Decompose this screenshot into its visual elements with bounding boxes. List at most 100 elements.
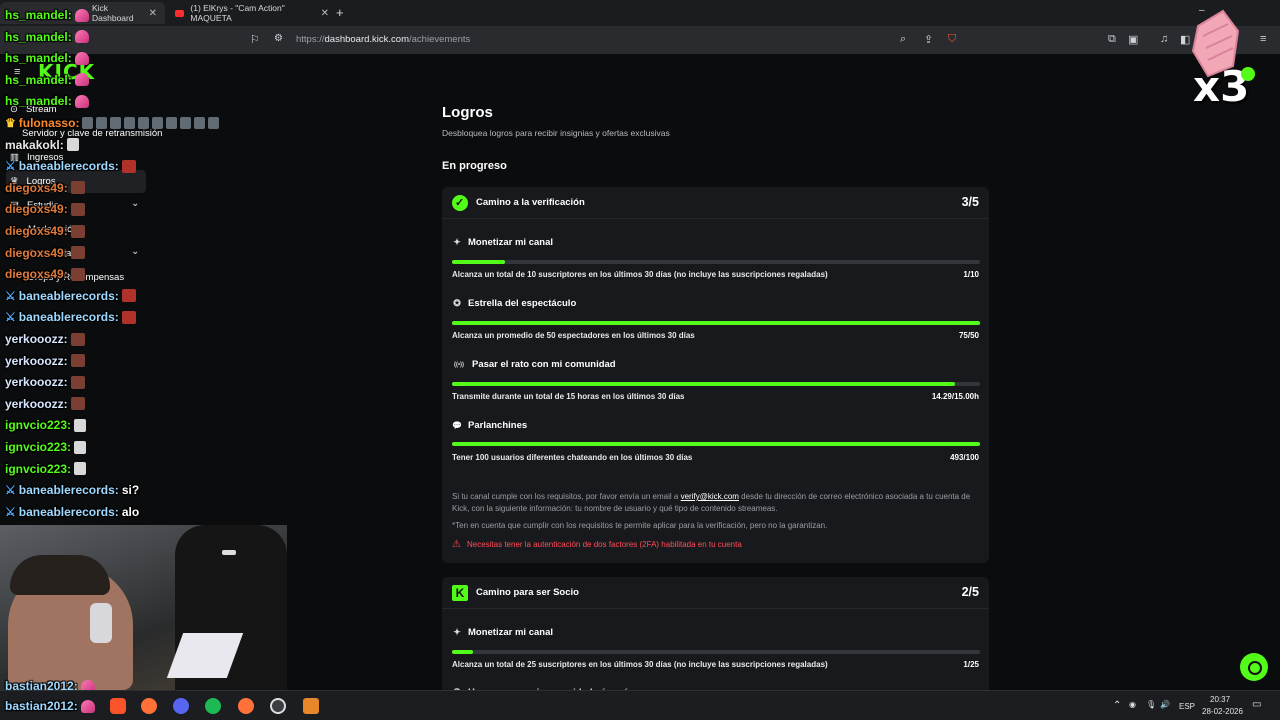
- chat-username: yerkooozz:: [5, 332, 68, 346]
- menu-icon[interactable]: ≡: [1260, 33, 1266, 45]
- media-icon[interactable]: ♫: [1160, 33, 1168, 45]
- emote-icon: [152, 117, 164, 129]
- notification-icon[interactable]: ▭: [1252, 699, 1261, 710]
- chat-line: diegoxs49:: [5, 222, 85, 240]
- clock-time[interactable]: 20:37: [1210, 695, 1230, 704]
- chat-bubble-icon: 💬: [452, 421, 462, 430]
- network-icon[interactable]: ◉: [1129, 700, 1136, 709]
- volume-icon[interactable]: 🔊: [1160, 700, 1170, 709]
- emote-icon: [180, 117, 192, 129]
- goal-name: ✦ Monetizar mi canal: [452, 237, 553, 248]
- goal-description: Transmite durante un total de 15 horas e…: [452, 392, 685, 401]
- face-emote-icon: [70, 332, 85, 346]
- card-title: Camino para ser Socio: [476, 587, 579, 598]
- chat-line: diegoxs49:: [5, 200, 85, 218]
- browser-tab-bar: Kick Dashboard ✕ (1) ElKrys - "Cam Actio…: [0, 0, 1280, 26]
- brave-shield-icon[interactable]: ⛉: [948, 33, 956, 46]
- page-title: Logros: [442, 104, 493, 121]
- goal-value: 75/50: [958, 331, 979, 340]
- chat-line: ⚔ baneablerecords:: [5, 308, 136, 326]
- chat-username: fulonasso:: [18, 116, 80, 130]
- progress-bar: [452, 260, 980, 264]
- heart-icon: [74, 94, 89, 108]
- card-header[interactable]: Camino a la verificación 3/5: [442, 187, 989, 219]
- multiplier-text: x3: [1193, 62, 1250, 111]
- emote-icon: [124, 117, 136, 129]
- goal-label: Parlanchines: [468, 420, 528, 431]
- chat-username: bastian2012:: [5, 699, 78, 713]
- chat-line: ⚔ baneablerecords:: [5, 287, 136, 305]
- close-icon[interactable]: ✕: [149, 8, 157, 19]
- youtube-icon: [175, 9, 185, 17]
- firefox-icon[interactable]: [238, 698, 254, 714]
- close-icon[interactable]: ✕: [321, 8, 329, 19]
- share-icon[interactable]: ⇪: [924, 33, 933, 46]
- face-emote-icon: [70, 354, 85, 368]
- emote-icon: [194, 117, 206, 129]
- new-tab-button[interactable]: +: [336, 5, 344, 20]
- star-icon: ✪: [453, 298, 461, 308]
- crown-icon: ♛: [5, 116, 16, 130]
- obs-icon[interactable]: [270, 698, 286, 714]
- wallet-icon[interactable]: ▣: [1128, 33, 1138, 46]
- tab-youtube[interactable]: (1) ElKrys - "Cam Action" MAQUETA ✕: [167, 2, 337, 24]
- bookmark-icon[interactable]: ⚐: [250, 33, 260, 46]
- face-emote-icon: [70, 267, 85, 281]
- clock-date[interactable]: 28-02-2026: [1202, 707, 1243, 716]
- verified-badge-icon: [452, 195, 468, 211]
- emote-icon: [96, 117, 108, 129]
- help-button[interactable]: [1240, 653, 1268, 681]
- card-title: Camino a la verificación: [476, 197, 585, 208]
- firefox-icon[interactable]: [141, 698, 157, 714]
- chat-username: yerkooozz:: [5, 396, 68, 411]
- chat-username: diegoxs49:: [5, 202, 68, 217]
- moderator-sword-icon: ⚔: [5, 483, 16, 498]
- chat-username: ignvcio223:: [5, 440, 72, 454]
- spotify-icon[interactable]: [205, 698, 221, 714]
- chat-line: hs_mandel:: [5, 28, 89, 46]
- emote-icon: [110, 117, 122, 129]
- goal-name: ((•)) Pasar el rato con mi comunidad: [452, 359, 616, 370]
- broadcast-icon: ((•)): [453, 361, 465, 368]
- url-field[interactable]: https://dashboard.kick.com/achievements: [296, 34, 470, 45]
- address-bar: ⚐ ⚙ https://dashboard.kick.com/achieveme…: [0, 26, 1280, 54]
- verification-disclaimer: *Ten en cuenta que cumplir con los requi…: [452, 521, 828, 530]
- chevron-down-icon[interactable]: ⌄: [131, 198, 139, 209]
- speaker-icon: [74, 462, 87, 476]
- emote-icon: [208, 117, 220, 129]
- chat-username: hs_mandel:: [5, 94, 72, 109]
- language-indicator[interactable]: ESP: [1179, 702, 1195, 711]
- heart-icon: [74, 8, 89, 22]
- site-settings-icon[interactable]: ⚙: [274, 33, 283, 44]
- info-text: Si tu canal cumple con los requisitos, p…: [452, 492, 679, 501]
- goal-description: Alcanza un promedio de 50 espectadores e…: [452, 331, 695, 340]
- chat-username: yerkooozz:: [5, 375, 68, 390]
- goal-value: 493/100: [950, 453, 979, 462]
- chat-line: ignvcio223:: [5, 460, 87, 478]
- taskbar: bastian2012: ⌃ ◉ 🎙 🔊 ESP 20:37 28-02-202…: [0, 690, 1280, 720]
- person-hair: [10, 555, 110, 595]
- chevron-down-icon[interactable]: ⌄: [131, 246, 139, 257]
- card-header[interactable]: K Camino para ser Socio 2/5: [442, 577, 989, 609]
- goal-label: Estrella del espectáculo: [468, 298, 577, 309]
- zoom-icon[interactable]: ⌕: [900, 33, 906, 46]
- chevron-up-icon[interactable]: ⌃: [1113, 700, 1121, 711]
- moderator-sword-icon: ⚔: [5, 504, 16, 519]
- face-emote-icon: [70, 181, 85, 195]
- emote-icon: [166, 117, 178, 129]
- chat-username: hs_mandel:: [5, 72, 72, 87]
- card-count: 3/5: [961, 195, 979, 209]
- chat-username: diegoxs49:: [5, 245, 68, 260]
- heart-icon: [74, 30, 89, 44]
- status-dot: [1241, 67, 1255, 81]
- chat-username: baneablerecords:: [18, 483, 119, 498]
- extensions-icon[interactable]: ⧉: [1108, 33, 1116, 46]
- discord-icon[interactable]: [173, 698, 189, 714]
- email-link[interactable]: verify@kick.com: [681, 492, 739, 501]
- heart-icon: [74, 51, 89, 65]
- brave-icon[interactable]: [110, 698, 126, 714]
- url-prefix: https://: [296, 34, 325, 45]
- microphone-icon[interactable]: 🎙: [1146, 700, 1156, 709]
- chat-line: diegoxs49:: [5, 265, 85, 283]
- app-icon[interactable]: [303, 698, 319, 714]
